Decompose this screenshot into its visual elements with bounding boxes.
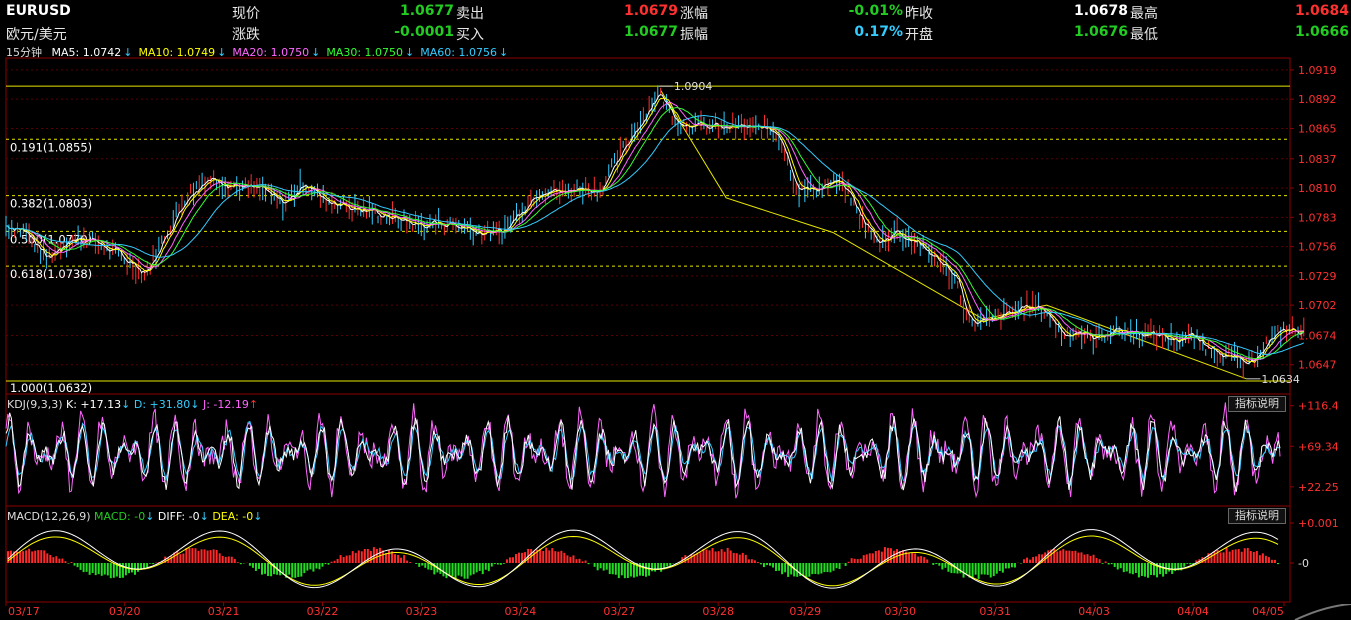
x-tick-label: 04/05 bbox=[1252, 605, 1284, 618]
down-arrow-icon: ↓ bbox=[200, 510, 213, 523]
x-tick-label: 03/22 bbox=[307, 605, 339, 618]
macd-legend: MACD(12,26,9) MACD: -0↓ DIFF: -0↓ DEA: -… bbox=[7, 510, 262, 523]
main-panel-frame bbox=[5, 57, 1291, 395]
y-tick-label: 1.0702 bbox=[1298, 299, 1337, 312]
ma5-line bbox=[5, 94, 1305, 365]
kdj-legend: KDJ(9,3,3) K: +17.13↓ D: +31.80↓ J: -12.… bbox=[7, 398, 258, 411]
kdj-k-line bbox=[5, 412, 1281, 492]
macd-value: MACD: -0 bbox=[94, 510, 145, 523]
fib-label: 0.382(1.0803) bbox=[10, 197, 92, 211]
fib-label: 0.618(1.0738) bbox=[10, 267, 92, 281]
x-tick-label: 03/24 bbox=[505, 605, 537, 618]
scroll-handle[interactable] bbox=[1285, 604, 1351, 620]
kdj-value: K: +17.13 bbox=[66, 398, 121, 411]
down-arrow-icon: ↓ bbox=[145, 510, 158, 523]
x-tick-label: 04/04 bbox=[1177, 605, 1209, 618]
y-tick-label: 1.0729 bbox=[1298, 270, 1337, 283]
x-tick-label: 04/03 bbox=[1078, 605, 1110, 618]
macd-tick-label: +0.001 bbox=[1298, 517, 1339, 530]
y-tick-label: 1.0865 bbox=[1298, 122, 1337, 135]
up-arrow-icon: ↑ bbox=[249, 398, 258, 411]
kdj-tick-label: +22.25 bbox=[1298, 481, 1339, 494]
kdj-value: J: -12.19 bbox=[202, 398, 249, 411]
x-tick-label: 03/31 bbox=[979, 605, 1011, 618]
high-marker-label: 1.0904 bbox=[674, 80, 713, 93]
macd-hint-button[interactable]: 指标说明 bbox=[1228, 508, 1286, 524]
x-tick-label: 03/20 bbox=[109, 605, 141, 618]
fib-label: 0.191(1.0855) bbox=[10, 140, 92, 154]
y-tick-label: 1.0647 bbox=[1298, 359, 1337, 372]
x-tick-label: 03/17 bbox=[8, 605, 40, 618]
x-tick-label: 03/23 bbox=[406, 605, 438, 618]
kdj-hint-button[interactable]: 指标说明 bbox=[1228, 396, 1286, 412]
down-arrow-icon: ↓ bbox=[253, 510, 262, 523]
y-tick-label: 1.0810 bbox=[1298, 182, 1337, 195]
x-tick-label: 03/28 bbox=[702, 605, 734, 618]
low-marker-label: 1.0634 bbox=[1261, 373, 1300, 386]
macd-label: MACD(12,26,9) bbox=[7, 510, 94, 523]
y-tick-label: 1.0919 bbox=[1298, 64, 1337, 77]
macd-tick-label: -0 bbox=[1298, 557, 1309, 570]
x-tick-label: 03/21 bbox=[208, 605, 240, 618]
kdj-tick-label: +116.4 bbox=[1298, 400, 1339, 413]
ma30-line bbox=[5, 107, 1304, 360]
kdj-value: D: +31.80 bbox=[134, 398, 190, 411]
x-tick-label: 03/30 bbox=[884, 605, 916, 618]
x-tick-label: 03/27 bbox=[603, 605, 635, 618]
fib-label: 1.000(1.0632) bbox=[10, 381, 92, 395]
y-tick-label: 1.0783 bbox=[1298, 211, 1337, 224]
macd-value: DEA: -0 bbox=[212, 510, 253, 523]
down-arrow-icon: ↓ bbox=[121, 398, 134, 411]
kdj-j-line bbox=[5, 402, 1281, 499]
y-tick-label: 1.0837 bbox=[1298, 153, 1337, 166]
price-chart[interactable]: 1.0919 1.0892 1.0865 1.0837 1.0810 1.0783 1.07… bbox=[0, 0, 1351, 620]
kdj-tick-label: +69.34 bbox=[1298, 440, 1339, 453]
down-arrow-icon: ↓ bbox=[190, 398, 203, 411]
x-tick-label: 03/29 bbox=[789, 605, 821, 618]
y-tick-label: 1.0756 bbox=[1298, 241, 1337, 254]
kdj-label: KDJ(9,3,3) bbox=[7, 398, 66, 411]
y-tick-label: 1.0892 bbox=[1298, 93, 1337, 106]
macd-value: DIFF: -0 bbox=[158, 510, 200, 523]
ma60-line bbox=[5, 114, 1304, 355]
